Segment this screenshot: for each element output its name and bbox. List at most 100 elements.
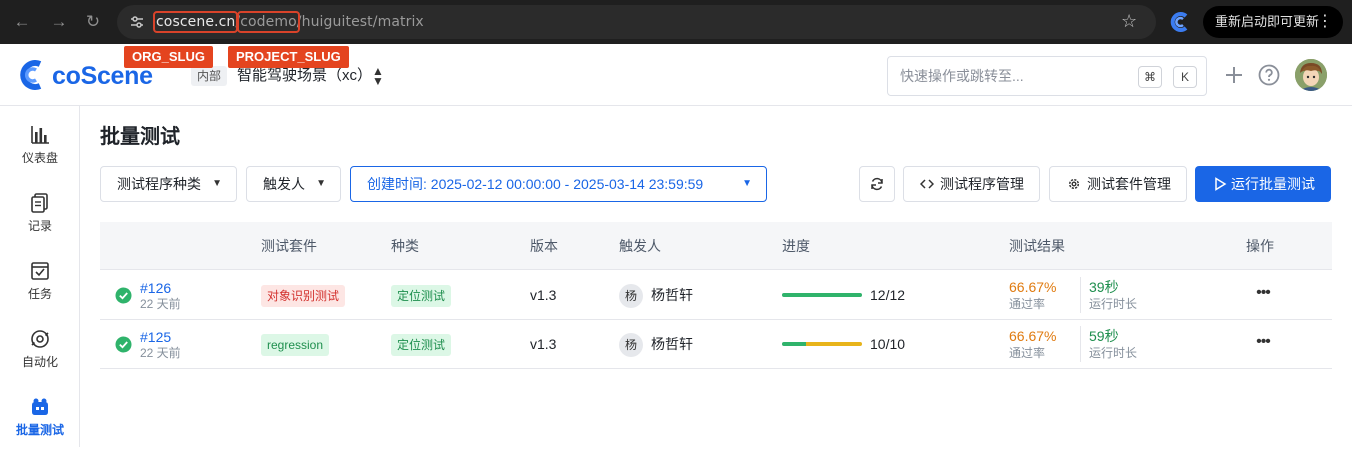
table-header: 测试套件 种类 版本 触发人 进度 测试结果 操作 <box>100 222 1332 270</box>
chevron-down-icon: ▼ <box>742 178 752 189</box>
reload-icon[interactable]: ↻ <box>83 12 103 32</box>
sidebar-item-tasks[interactable]: 任务 <box>0 260 80 320</box>
sidebar-item-batch-test[interactable]: 批量测试 <box>0 396 80 456</box>
pass-rate: 66.67% <box>1009 279 1057 295</box>
refresh-icon <box>871 177 883 191</box>
sidebar-item-label: 自动化 <box>21 355 58 369</box>
success-check-icon <box>115 336 132 353</box>
result-divider <box>1080 326 1081 362</box>
column-header-progress: 进度 <box>782 238 810 254</box>
coscene-extension-icon[interactable] <box>1170 11 1192 33</box>
program-type-filter[interactable]: 测试程序种类 ▼ <box>100 166 237 202</box>
update-label: 重新启动即可更新 <box>1215 14 1320 29</box>
table-row[interactable]: #125 22 天前 regression 定位测试 v1.3 杨 杨哲轩 10… <box>100 320 1332 369</box>
run-time: 22 天前 <box>140 346 181 360</box>
version-cell: v1.3 <box>530 336 557 352</box>
table-row[interactable]: #126 22 天前 对象识别测试 定位测试 v1.3 杨 杨哲轩 12/12 … <box>100 271 1332 320</box>
column-header-version: 版本 <box>530 238 558 254</box>
url-host: coscene.cn <box>152 11 239 33</box>
column-header-type: 种类 <box>391 238 419 254</box>
progress-segment <box>782 293 862 297</box>
type-tag: 定位测试 <box>391 285 452 307</box>
code-icon <box>920 179 934 189</box>
suite-manage-button[interactable]: 测试套件管理 <box>1049 166 1187 202</box>
sidebar-item-automation[interactable]: 自动化 <box>0 328 80 388</box>
coscene-logo-icon[interactable] <box>16 60 48 90</box>
more-actions-icon[interactable]: ••• <box>1254 285 1272 305</box>
progress-count: 12/12 <box>870 287 906 303</box>
chevron-down-icon: ▼ <box>212 178 222 189</box>
duration-label: 运行时长 <box>1089 297 1138 311</box>
sidebar-item-label: 记录 <box>27 219 52 233</box>
suite-manage-label: 测试套件管理 <box>1087 176 1171 192</box>
pass-rate: 66.67% <box>1009 328 1057 344</box>
site-settings-icon[interactable] <box>129 14 145 30</box>
version-cell: v1.3 <box>530 287 557 303</box>
quick-search-input[interactable]: 快速操作或跳转至... ⌘ K <box>887 56 1207 96</box>
plus-icon[interactable] <box>1222 63 1246 87</box>
program-type-filter-label: 测试程序种类 <box>117 176 201 192</box>
bookmark-star-icon[interactable]: ☆ <box>1121 11 1137 31</box>
page-title: 批量测试 <box>100 126 180 148</box>
trigger-user: 杨哲轩 <box>651 287 693 303</box>
suite-tag: 对象识别测试 <box>261 285 346 307</box>
column-header-result: 测试结果 <box>1009 238 1065 254</box>
chevron-updown-icon[interactable]: ▲ ▼ <box>372 65 384 87</box>
records-icon <box>31 193 48 213</box>
date-range-label: 创建时间: 2025-02-12 00:00:00 - 2025-03-14 2… <box>367 176 704 192</box>
run-time: 22 天前 <box>140 297 181 311</box>
chevron-down-icon: ▼ <box>316 178 326 189</box>
program-manage-button[interactable]: 测试程序管理 <box>903 166 1040 202</box>
sidebar: 仪表盘 记录 任务 自动化 批量测试 <box>0 106 80 447</box>
suite-tag: regression <box>261 334 330 356</box>
more-actions-icon[interactable]: ••• <box>1254 334 1272 354</box>
duration-label: 运行时长 <box>1089 346 1138 360</box>
date-range-filter[interactable]: 创建时间: 2025-02-12 00:00:00 - 2025-03-14 2… <box>350 166 767 202</box>
column-header-suite: 测试套件 <box>261 238 317 254</box>
progress-count: 10/10 <box>870 336 906 352</box>
column-header-actions: 操作 <box>1246 238 1274 254</box>
back-arrow-icon[interactable]: ← <box>12 12 32 32</box>
duration: 59秒 <box>1089 328 1119 344</box>
gear-icon <box>1068 178 1080 190</box>
url-text: coscene.cn/codemo/huiguitest/matrix <box>152 11 424 33</box>
forward-arrow-icon[interactable]: → <box>49 12 69 32</box>
play-icon <box>1215 177 1227 191</box>
url-path: /huiguitest/matrix <box>296 14 424 30</box>
org-slug-annotation: ORG_SLUG <box>124 46 213 68</box>
update-button[interactable]: 重新启动即可更新 ⋮ <box>1203 6 1343 38</box>
progress-segment <box>806 342 862 346</box>
sidebar-item-label: 任务 <box>27 287 52 301</box>
pass-rate-label: 通过率 <box>1009 346 1046 360</box>
help-icon[interactable] <box>1257 63 1281 87</box>
pass-rate-label: 通过率 <box>1009 297 1046 311</box>
trigger-filter[interactable]: 触发人 ▼ <box>246 166 341 202</box>
sidebar-item-records[interactable]: 记录 <box>0 192 80 252</box>
run-batch-test-button[interactable]: 运行批量测试 <box>1195 166 1331 202</box>
browser-toolbar: ← → ↻ coscene.cn/codemo/huiguitest/matri… <box>0 0 1352 44</box>
project-slug-annotation: PROJECT_SLUG <box>228 46 349 68</box>
chart-bar-icon <box>31 126 49 144</box>
result-divider <box>1080 277 1081 313</box>
success-check-icon <box>115 287 132 304</box>
quick-search-placeholder: 快速操作或跳转至... <box>900 68 1024 84</box>
run-id-link[interactable]: #126 <box>140 280 171 296</box>
user-avatar-initial: 杨 <box>619 284 643 308</box>
column-header-trigger: 触发人 <box>619 238 661 254</box>
type-tag: 定位测试 <box>391 334 452 356</box>
project-name[interactable]: 智能驾驶场景（xc） <box>237 66 372 86</box>
run-id-link[interactable]: #125 <box>140 329 171 345</box>
kbd-k: K <box>1173 66 1197 88</box>
batch-test-icon <box>32 398 48 415</box>
sidebar-item-label: 仪表盘 <box>21 151 58 165</box>
run-batch-test-label: 运行批量测试 <box>1231 176 1315 192</box>
user-avatar[interactable] <box>1295 59 1327 91</box>
progress-segment <box>782 342 806 346</box>
browser-menu-icon[interactable]: ⋮ <box>1317 6 1333 38</box>
sidebar-item-dashboard[interactable]: 仪表盘 <box>0 124 80 184</box>
sidebar-item-label: 批量测试 <box>15 423 64 437</box>
task-icon <box>31 262 49 280</box>
refresh-button[interactable] <box>859 166 895 202</box>
url-project: codemo <box>237 11 300 33</box>
trigger-user: 杨哲轩 <box>651 336 693 352</box>
